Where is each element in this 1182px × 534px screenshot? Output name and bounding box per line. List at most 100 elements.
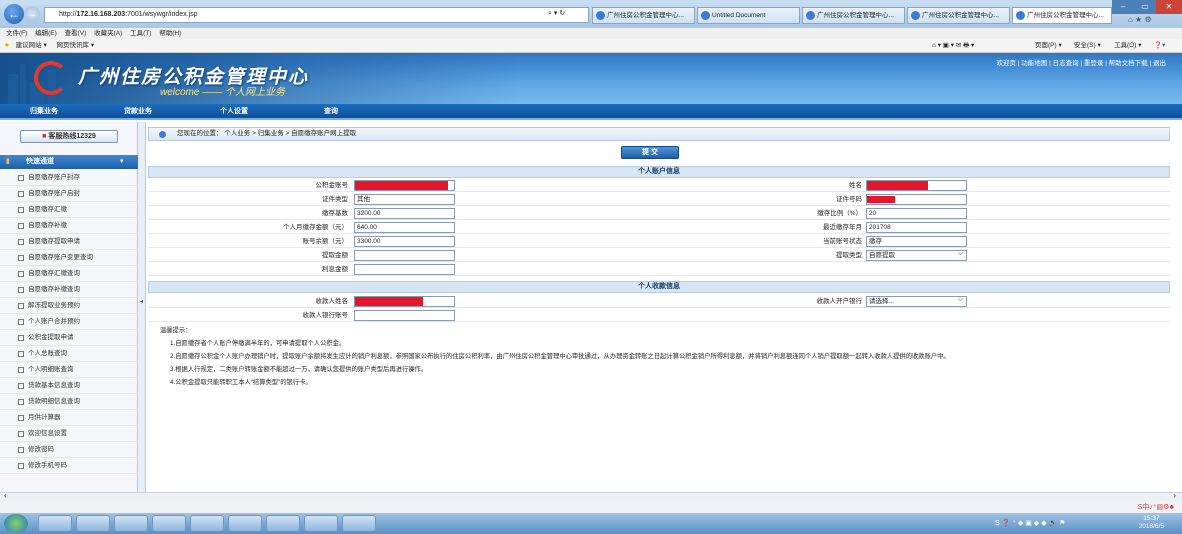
- sidebar-item-label: 公积金提取申请: [28, 334, 74, 341]
- start-button-icon[interactable]: [4, 514, 28, 533]
- monthly-deposit-field[interactable]: 640.00: [354, 222, 455, 233]
- sidebar-item[interactable]: 自愿缴存账户变更查询: [0, 250, 138, 266]
- quick-access-header[interactable]: ▮ 快速通道 ▾: [0, 155, 138, 169]
- ime-tray-icons[interactable]: S中♪⁺▤⚙♣: [1138, 502, 1174, 512]
- sidebar-item[interactable]: 自愿缴存提取申请: [0, 234, 138, 250]
- back-icon[interactable]: ←: [4, 4, 24, 24]
- home-star-gear-icon[interactable]: ⌂ ★ ⚙: [1128, 15, 1152, 24]
- menu-edit[interactable]: 编辑(E): [35, 30, 57, 37]
- horizontal-scrollbar[interactable]: ‹ ›: [0, 491, 1182, 501]
- sidebar-item[interactable]: 个人明细账查询: [0, 362, 138, 378]
- interest-amount-field[interactable]: [354, 264, 455, 275]
- taskbar-explorer-icon[interactable]: [38, 515, 72, 532]
- redaction-mark: [355, 181, 448, 190]
- expand-box-icon: [18, 447, 24, 453]
- taskbar-app-icon[interactable]: [304, 515, 338, 532]
- sidebar-item[interactable]: 个人总账查询: [0, 346, 138, 362]
- sidebar-item[interactable]: 欢迎信息设置: [0, 426, 138, 442]
- nav-personal-settings[interactable]: 个人设置: [220, 104, 248, 120]
- hotline-button[interactable]: ■ 客服热线12329: [20, 130, 118, 143]
- favorites-star-icon[interactable]: ★: [4, 42, 10, 49]
- clock[interactable]: 15:37 2018/6/5: [1139, 515, 1164, 531]
- sidebar: ■ 客服热线12329 ▮ 快速通道 ▾ 自愿缴存账户封存 自愿缴存账户启封 自愿缴…: [0, 122, 138, 492]
- sidebar-item[interactable]: 自愿缴存补缴: [0, 218, 138, 234]
- taskbar-excel-icon[interactable]: [228, 515, 262, 532]
- tab-3[interactable]: 广州住房公积金管理中心...: [802, 7, 905, 24]
- address-bar[interactable]: http://172.16.168.203:7001/wsywgr/index.…: [44, 7, 589, 23]
- taskbar-app-icon[interactable]: [152, 515, 186, 532]
- close-icon[interactable]: ✕: [1156, 0, 1182, 14]
- withdraw-type-select[interactable]: 自愿提取: [866, 250, 967, 261]
- toolbar-page[interactable]: 页面(P) ▾: [1035, 39, 1062, 53]
- sidebar-item[interactable]: 自愿缴存账户启封: [0, 186, 138, 202]
- nav-collection[interactable]: 归集业务: [30, 104, 58, 120]
- taskbar-ie-icon[interactable]: [76, 515, 110, 532]
- label-last-deposit-month: 最近缴存年月: [823, 224, 862, 231]
- menu-help[interactable]: 帮助(H): [159, 30, 181, 37]
- scroll-left-icon[interactable]: ‹: [4, 491, 7, 500]
- sidebar-item[interactable]: 解冻提取业务预约: [0, 298, 138, 314]
- sidebar-item[interactable]: 修改密码: [0, 442, 138, 458]
- submit-button[interactable]: 提 交: [621, 146, 679, 159]
- sidebar-item[interactable]: 自愿缴存汇缴查询: [0, 266, 138, 282]
- last-deposit-month-field[interactable]: 201708: [866, 222, 967, 233]
- menu-favorites[interactable]: 收藏夹(A): [94, 30, 122, 37]
- taskbar-app-icon[interactable]: [342, 515, 376, 532]
- sidebar-collapse-handle[interactable]: ◂: [138, 122, 146, 492]
- id-type-field[interactable]: 其他: [354, 194, 455, 205]
- toolbar-icons[interactable]: ⌂ ▾ ▣ ▾ ✉ 🖶 ▾: [932, 39, 974, 53]
- taskbar-app-icon[interactable]: [266, 515, 300, 532]
- sidebar-item[interactable]: 个人账户合并预约: [0, 314, 138, 330]
- toolbar-tools[interactable]: 工具(O) ▾: [1114, 39, 1141, 53]
- banner-top-links[interactable]: 欢迎页 | 功能地图 | 日志查询 | 重登录 | 帮助文档下载 | 退出: [996, 57, 1166, 67]
- taskbar-chrome-icon[interactable]: [114, 515, 148, 532]
- sidebar-item[interactable]: 自愿缴存补缴查询: [0, 282, 138, 298]
- form-row: 公积金账号 姓名: [148, 179, 1170, 192]
- sidebar-item[interactable]: 自愿缴存账户封存: [0, 170, 138, 186]
- tab-5-active[interactable]: 广州住房公积金管理中心...: [1012, 7, 1112, 24]
- sidebar-item-label: 个人总账查询: [28, 350, 67, 357]
- withdraw-amount-input[interactable]: [354, 250, 455, 261]
- deposit-ratio-field[interactable]: 20: [866, 208, 967, 219]
- menu-view[interactable]: 查看(V): [65, 30, 87, 37]
- menu-tools[interactable]: 工具(T): [130, 30, 151, 37]
- sidebar-item[interactable]: 贷款明细信息查询: [0, 394, 138, 410]
- sidebar-item-label: 自愿缴存汇缴查询: [28, 270, 80, 277]
- forward-icon[interactable]: →: [24, 6, 40, 22]
- balance-field[interactable]: 3300.00: [354, 236, 455, 247]
- payee-account-input[interactable]: [354, 310, 455, 321]
- sidebar-item[interactable]: 自愿缴存汇缴: [0, 202, 138, 218]
- deposit-base-field[interactable]: 3200.00: [354, 208, 455, 219]
- search-refresh-icon[interactable]: ⌕ ▾ ↻: [548, 9, 565, 18]
- tip-item: 2.自愿缴存公积金个人账户办理销户时，提取账户余额将发生应计的销户利息额，参照国…: [170, 353, 950, 360]
- menu-bar: 文件(F) 编辑(E) 查看(V) 收藏夹(A) 工具(T) 帮助(H): [0, 28, 1182, 39]
- account-status-field[interactable]: 缴存: [866, 236, 967, 247]
- fav-web-slice[interactable]: 网页快讯库 ▾: [57, 42, 95, 49]
- sidebar-item[interactable]: 修改手机号码: [0, 458, 138, 474]
- tab-1[interactable]: 广州住房公积金管理中心...: [592, 7, 695, 24]
- system-tray-icons[interactable]: S ❓ ⁺ ◆ ▣ ◆ ◆ 🔈 ⚑: [995, 519, 1065, 527]
- sidebar-item[interactable]: 公积金提取申请: [0, 330, 138, 346]
- sidebar-item[interactable]: 月供计算器: [0, 410, 138, 426]
- nav-query[interactable]: 查询: [324, 104, 338, 120]
- tab-2[interactable]: Untitled Document: [697, 7, 800, 24]
- redaction-mark: [867, 181, 928, 190]
- form-row: 证件类型 其他 证件号码: [148, 193, 1170, 206]
- toolbar-safety[interactable]: 安全(S) ▾: [1074, 39, 1101, 53]
- maximize-icon[interactable]: ▭: [1134, 0, 1156, 14]
- label-deposit-ratio: 缴存比例（%）: [817, 210, 862, 217]
- fav-suggested-sites[interactable]: 建议网站 ▾: [16, 42, 47, 49]
- tip-item: 1.自愿缴存者个人账户停缴满半年的，可申请提取个人公积金。: [170, 340, 346, 347]
- sidebar-item[interactable]: 贷款基本信息查询: [0, 378, 138, 394]
- scroll-right-icon[interactable]: ›: [1173, 491, 1176, 500]
- payee-bank-select[interactable]: 请选择...: [866, 296, 967, 307]
- payee-section-title: 个人收款信息: [148, 281, 1170, 293]
- expand-box-icon: [18, 351, 24, 357]
- clock-time: 15:37: [1143, 515, 1160, 522]
- taskbar-app-icon[interactable]: [190, 515, 224, 532]
- help-icon[interactable]: ❓▾: [1154, 39, 1165, 53]
- tab-4[interactable]: 广州住房公积金管理中心...: [907, 7, 1010, 24]
- nav-loan[interactable]: 贷款业务: [124, 104, 152, 120]
- minimize-icon[interactable]: –: [1112, 0, 1134, 14]
- menu-file[interactable]: 文件(F): [6, 30, 27, 37]
